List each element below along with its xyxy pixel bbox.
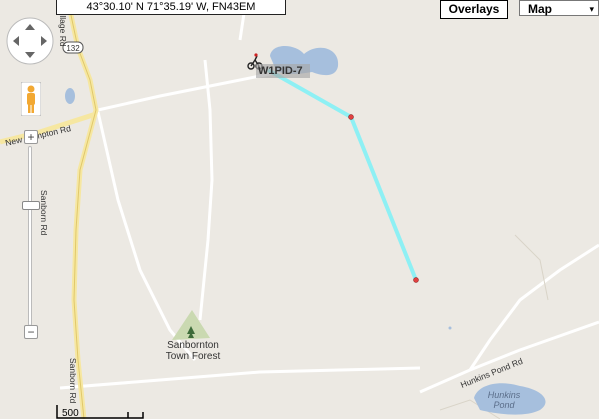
overlays-button[interactable]: Overlays [440,0,508,19]
small-pond [65,88,75,104]
pan-control[interactable] [5,16,55,66]
minor-road-b [198,59,214,321]
new-hampton-road-label: New Hampton Rd [4,123,72,148]
hunkins-pond-road [419,320,599,394]
map-canvas[interactable]: 132 New Hampton Rd Sanborn Rd Sanborn Rd… [0,0,599,419]
track-waypoint[interactable] [348,114,354,120]
zoom-slider-handle[interactable] [22,201,40,210]
street-view-pegman-icon[interactable] [21,82,41,116]
zoom-in-button[interactable]: + [24,130,38,144]
coordinate-readout: 43°30.10' N 71°35.19' W, FN43EM [56,0,286,15]
station-callsign-label[interactable]: W1PID-7 [256,64,310,78]
village-road [65,0,99,419]
map-type-select[interactable]: Map ▾ [519,0,599,16]
chevron-down-icon: ▾ [589,4,594,14]
aprs-track [267,68,418,281]
minor-road-e [468,243,599,371]
hunkins-pond-label: Hunkins Pond [487,390,521,410]
pond-dot [448,326,452,330]
town-forest-label: Sanbornton Town Forest [165,340,221,362]
track-waypoint[interactable] [413,277,419,283]
map-layer: 132 New Hampton Rd Sanborn Rd Sanborn Rd… [0,0,599,419]
scale-label: 500 m [62,408,79,419]
minor-road-c [96,111,197,361]
sanborn-road-label: Sanborn Rd [39,190,49,236]
minor-road-d [59,366,421,390]
zoom-out-button[interactable]: − [24,325,38,339]
map-type-value: Map [528,2,552,16]
sanborn-road-label-lower: Sanborn Rd [68,358,78,404]
zoom-slider-track[interactable] [24,146,37,326]
